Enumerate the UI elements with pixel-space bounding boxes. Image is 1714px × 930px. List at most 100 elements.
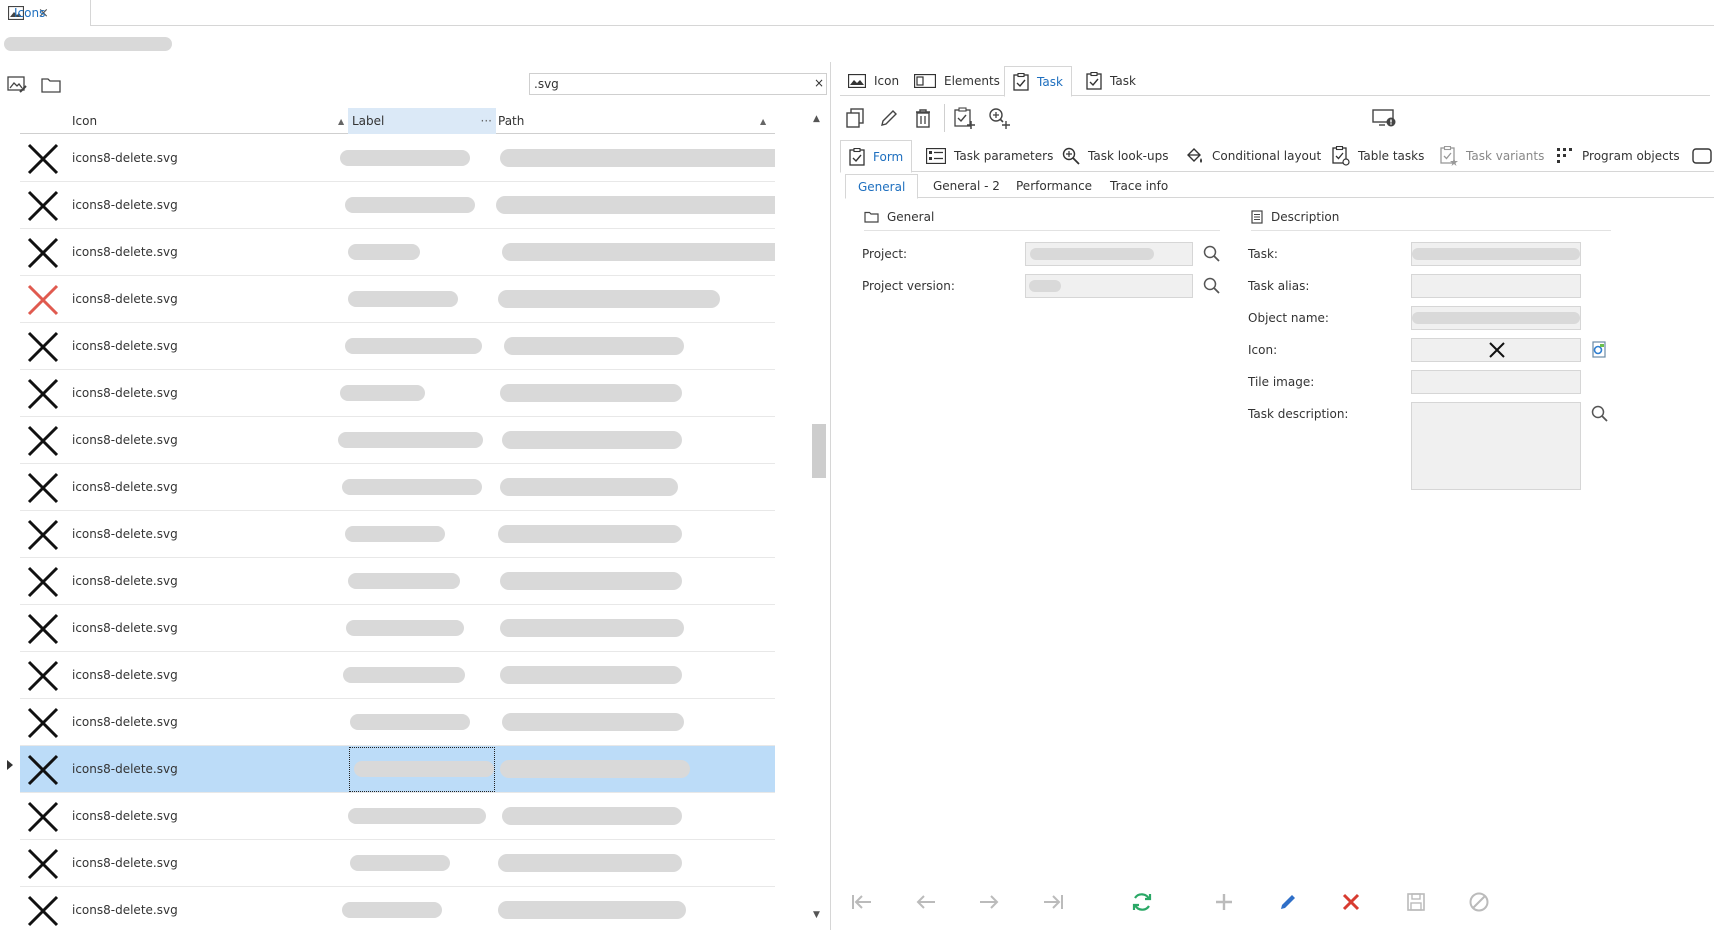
sub-tab-performance[interactable]: Performance [1004,174,1104,198]
tab-icon[interactable]: Icon [840,66,907,96]
redacted-path [498,290,720,308]
sub-tab-trace-info[interactable]: Trace info [1098,174,1180,198]
project-field[interactable] [1025,242,1193,266]
task-description-field[interactable] [1411,402,1581,490]
table-row[interactable]: icons8-delete.svg [20,370,775,417]
screen-info-icon[interactable] [1371,105,1397,131]
delete-record-icon[interactable] [1336,884,1366,920]
task-alias-field[interactable] [1411,274,1581,298]
form-tab-label: Task look-ups [1088,149,1169,163]
project-version-lookup-search-icon[interactable] [1203,277,1221,295]
first-record-icon[interactable] [847,884,877,920]
icon-file-name: icons8-delete.svg [72,809,178,823]
tab-task-active[interactable]: Task [1004,66,1072,97]
doc-tab-icons[interactable]: Icons × [0,0,91,26]
task-field[interactable] [1411,242,1581,266]
table-row[interactable]: icons8-delete.svg [20,182,775,229]
form-tab-label: Table tasks [1358,149,1425,163]
panel-splitter[interactable] [830,62,831,930]
previous-record-icon[interactable] [911,884,941,920]
project-version-field[interactable] [1025,274,1193,298]
scroll-down-icon[interactable]: ▼ [813,910,820,920]
task-alias-label: Task alias: [1248,279,1310,293]
table-row[interactable]: icons8-delete.svg [20,887,775,930]
redacted-path [500,666,682,684]
column-header-label[interactable]: Label ··· [348,108,496,134]
project-lookup-search-icon[interactable] [1203,245,1221,263]
copy-icon[interactable] [842,105,868,131]
next-record-icon[interactable] [974,884,1004,920]
refresh-icon[interactable] [1127,884,1157,920]
zoom-add-icon[interactable] [986,105,1012,131]
task-description-search-icon[interactable] [1591,405,1609,423]
form-tab-conditional-layout[interactable]: Conditional layout [1186,140,1321,172]
column-header-path[interactable]: Path [498,108,778,134]
table-row[interactable]: icons8-delete.svg [20,464,775,511]
redacted-label [342,902,442,918]
icon-file-name: icons8-delete.svg [72,433,178,447]
form-tab-task-look-ups[interactable]: Task look-ups [1062,140,1168,172]
table-row[interactable]: icons8-delete.svg [20,323,775,370]
add-record-icon[interactable] [1209,884,1239,920]
focused-cell[interactable] [349,747,495,792]
form-tab-overflow[interactable] [1692,140,1712,172]
edit-image-icon[interactable] [4,72,30,98]
last-record-icon[interactable] [1038,884,1068,920]
search-input[interactable] [529,73,827,95]
table-row[interactable]: icons8-delete.svg [20,511,775,558]
form-tab-label: Task variants [1466,149,1545,163]
object-name-field[interactable] [1411,306,1581,330]
trash-icon[interactable] [910,105,936,131]
tile-image-field[interactable] [1411,370,1581,394]
form-tab-program-objects[interactable]: Program objects [1556,140,1680,172]
icon-file-name: icons8-delete.svg [72,480,178,494]
redacted-label [345,197,475,213]
table-row[interactable]: icons8-delete.svg [20,276,775,323]
column-menu-icon[interactable]: ··· [481,108,492,134]
table-row[interactable]: icons8-delete.svg [20,746,775,793]
table-row[interactable]: icons8-delete.svg [20,652,775,699]
list-form-icon [926,148,946,164]
table-row[interactable]: icons8-delete.svg [20,699,775,746]
form-tab-table-tasks[interactable]: Table tasks [1332,140,1424,172]
table-row[interactable]: icons8-delete.svg [20,135,775,182]
table-row[interactable]: icons8-delete.svg [20,229,775,276]
column-header-icon[interactable]: Icon [72,108,272,134]
search-clear-icon[interactable]: × [812,75,826,91]
delete-x-icon [26,330,60,364]
delete-x-icon [26,659,60,693]
cancel-record-icon[interactable] [1464,884,1494,920]
table-row[interactable]: icons8-delete.svg [20,417,775,464]
edit-record-icon[interactable] [1273,884,1303,920]
sub-tab-general[interactable]: General [845,174,919,199]
form-tab-form[interactable]: Form [840,140,913,173]
sort-asc-icon: ▲ [338,117,345,126]
form-tab-label: Program objects [1582,149,1680,163]
add-task-check-icon[interactable] [952,105,978,131]
sort-asc-icon: ▲ [760,117,767,126]
table-row[interactable]: icons8-delete.svg [20,840,775,887]
current-row-indicator-icon [6,760,14,770]
tab-label: Task [1037,74,1063,89]
edit-pencil-icon[interactable] [876,105,902,131]
redacted-value [1412,312,1580,324]
tab-elements[interactable]: Elements [906,66,1008,96]
redacted-path [500,384,682,402]
delete-x-icon [26,800,60,834]
tab-task[interactable]: Task [1078,66,1144,96]
form-tab-task-parameters[interactable]: Task parameters [926,140,1053,172]
table-row[interactable]: icons8-delete.svg [20,558,775,605]
table-row[interactable]: icons8-delete.svg [20,605,775,652]
grid-scrollbar[interactable]: ▲ ▼ [810,114,826,930]
form-tab-task-variants[interactable]: Task variants [1440,140,1544,172]
delete-x-icon [1489,342,1505,358]
icon-field[interactable] [1411,338,1581,362]
sub-tab-general-2[interactable]: General - 2 [921,174,1012,198]
folder-icon[interactable] [38,72,64,98]
image-browse-icon[interactable] [1591,341,1609,359]
scrollbar-thumb[interactable] [812,424,826,478]
table-row[interactable]: icons8-delete.svg [20,793,775,840]
scroll-up-icon[interactable]: ▲ [813,114,820,124]
paint-bucket-icon [1186,147,1204,165]
save-record-icon[interactable] [1401,884,1431,920]
